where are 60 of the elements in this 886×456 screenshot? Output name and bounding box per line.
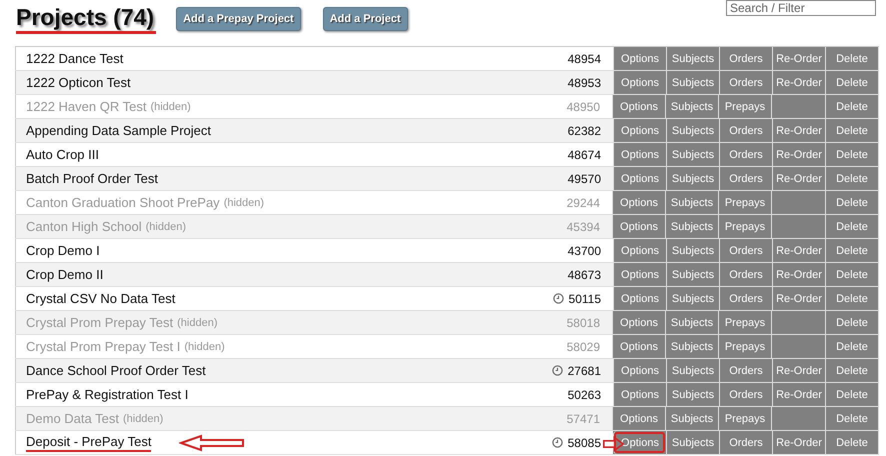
project-name[interactable]: Canton High School: [26, 219, 142, 234]
project-number: 48673: [568, 268, 601, 282]
project-number: 58018: [566, 316, 600, 330]
project-name[interactable]: PrePay & Registration Test I: [26, 387, 188, 402]
project-number: 57471: [566, 412, 600, 426]
project-number: 58085: [568, 436, 601, 450]
action-button[interactable]: Re-Order: [772, 431, 825, 454]
project-number: 48674: [568, 148, 601, 162]
project-number: 48954: [568, 52, 601, 66]
project-name[interactable]: Dance School Proof Order Test: [26, 363, 206, 378]
action-button[interactable]: Re-Order: [772, 167, 825, 190]
project-name[interactable]: Auto Crop III: [26, 147, 99, 162]
project-number: 49570: [568, 172, 601, 186]
hidden-label: (hidden): [224, 196, 264, 208]
project-number: 45394: [566, 220, 600, 234]
project-number: 50115: [568, 292, 601, 306]
project-name[interactable]: Deposit - PrePay Test: [26, 434, 152, 452]
project-name[interactable]: Crop Demo II: [26, 267, 104, 282]
action-button[interactable]: Re-Order: [772, 263, 825, 286]
project-number: 62382: [568, 124, 601, 138]
hidden-label: (hidden): [177, 316, 218, 328]
project-name[interactable]: Demo Data Test: [26, 411, 119, 426]
page-title: Projects (74): [16, 2, 154, 32]
project-name[interactable]: 1222 Opticon Test: [26, 75, 131, 90]
hidden-label: (hidden): [184, 340, 225, 352]
project-name[interactable]: Crystal Prom Prepay Test I: [26, 339, 180, 354]
project-number: 27681: [568, 364, 601, 378]
clock-icon: [552, 437, 563, 448]
project-number: 48953: [568, 76, 601, 90]
action-button[interactable]: Re-Order: [772, 239, 825, 262]
project-name[interactable]: Batch Proof Order Test: [26, 171, 158, 186]
action-button[interactable]: Re-Order: [772, 47, 825, 70]
project-name[interactable]: Crystal Prom Prepay Test: [26, 315, 174, 330]
action-button[interactable]: Re-Order: [772, 143, 825, 166]
action-button[interactable]: Re-Order: [772, 287, 825, 310]
hidden-label: (hidden): [146, 220, 186, 232]
search-field[interactable]: Search / Filter: [726, 0, 876, 16]
project-number: 48950: [566, 100, 600, 114]
action-button[interactable]: Options: [613, 431, 666, 454]
project-number: 50263: [568, 388, 601, 402]
action-button[interactable]: Re-Order: [772, 71, 825, 94]
action-button[interactable]: Re-Order: [772, 359, 825, 382]
add-project-button[interactable]: Add a Prepay Project: [176, 7, 301, 31]
project-name[interactable]: Crop Demo I: [26, 243, 100, 258]
project-name[interactable]: 1222 Haven QR Test: [26, 99, 146, 114]
hidden-label: (hidden): [122, 412, 164, 424]
action-button[interactable]: Re-Order: [772, 119, 825, 142]
clock-icon: [552, 365, 563, 376]
project-name[interactable]: Appending Data Sample Project: [26, 123, 212, 138]
add-project-button[interactable]: Add a Project: [322, 7, 408, 31]
left-arrow-drawing: [179, 434, 245, 452]
hidden-label: (hidden): [150, 100, 191, 112]
project-name[interactable]: Crystal CSV No Data Test: [26, 291, 176, 306]
project-name[interactable]: Canton Graduation Shoot PrePay: [26, 195, 220, 210]
project-number: 29244: [566, 196, 600, 210]
clock-icon: [552, 293, 564, 304]
project-number: 43700: [568, 244, 601, 258]
project-name[interactable]: 1222 Dance Test: [26, 51, 124, 66]
action-button[interactable]: Re-Order: [772, 383, 825, 406]
project-number: 58029: [566, 340, 600, 354]
